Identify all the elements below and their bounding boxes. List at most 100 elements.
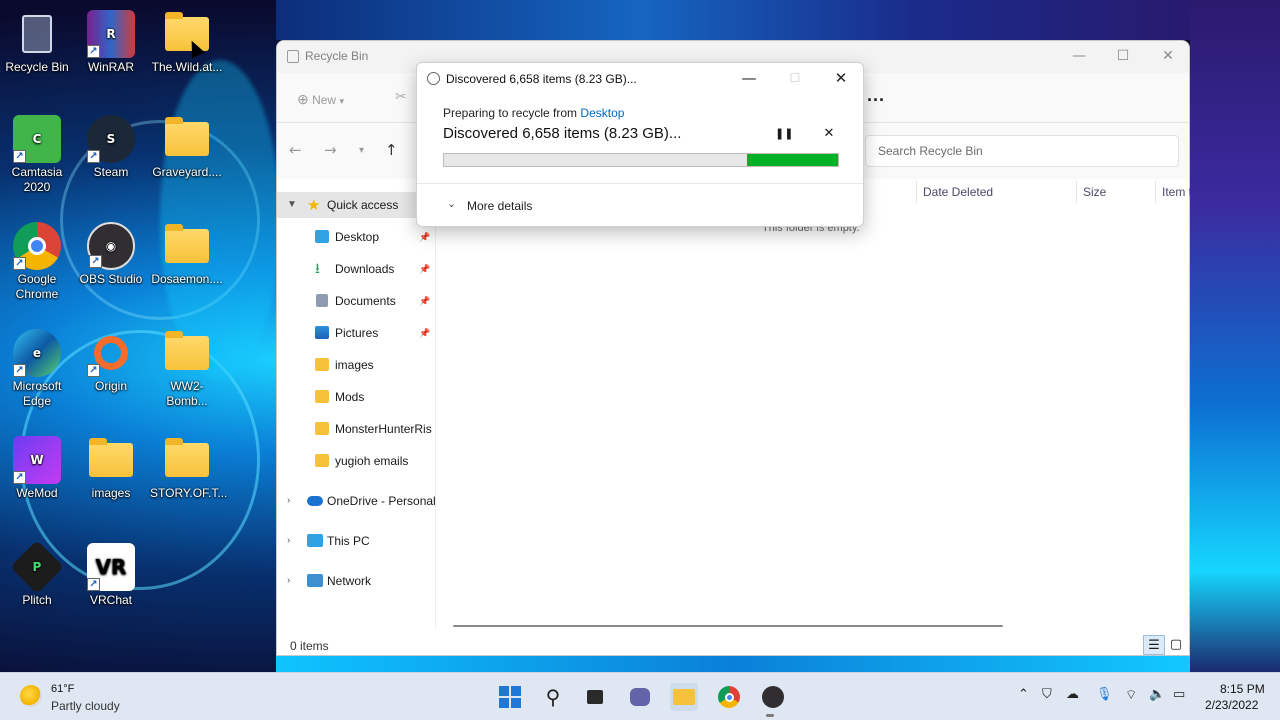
minimize-button[interactable]: —: [1065, 45, 1093, 67]
folder-icon: [315, 454, 329, 467]
sidebar-item-monsterhunter[interactable]: MonsterHunterRis: [277, 416, 435, 442]
desktop-icon-label: OBS Studio: [79, 272, 143, 286]
weather-description[interactable]: Partly cloudy: [51, 699, 120, 713]
desktop-icon-folder-images[interactable]: images: [74, 436, 148, 536]
sidebar-item-yugioh-emails[interactable]: yugioh emails: [277, 448, 435, 474]
desktop-icon-steam[interactable]: S ↗ Steam: [74, 115, 148, 215]
new-button[interactable]: ⊕ New ▾: [297, 91, 344, 108]
sidebar-item-network[interactable]: › Network: [277, 568, 435, 594]
chat-icon[interactable]: [626, 683, 654, 711]
see-more-button[interactable]: ...: [867, 85, 885, 106]
pause-button[interactable]: ❚❚: [775, 127, 793, 143]
column-header-item-type[interactable]: Item t: [1162, 185, 1190, 199]
recycle-bin-icon: [13, 10, 61, 58]
file-explorer-icon[interactable]: [670, 683, 698, 711]
cloud-warning-icon[interactable]: ☁: [1066, 687, 1079, 702]
desktop-icon-edge[interactable]: e ↗ Microsoft Edge: [0, 329, 74, 429]
recycle-bin-icon: [287, 50, 299, 63]
desktop-icon-folder-wild[interactable]: The.Wild.at...: [150, 10, 224, 110]
minimize-button[interactable]: —: [735, 67, 763, 89]
desktop-icon-folder-graveyard[interactable]: Graveyard....: [150, 115, 224, 215]
recent-locations-button[interactable]: ▾: [359, 145, 364, 156]
origin-icon: ↗: [87, 329, 135, 377]
desktop-icon-label: Origin: [94, 379, 127, 393]
desktop-icon-label: Plitch: [22, 593, 52, 607]
horizontal-scrollbar[interactable]: [453, 625, 1003, 627]
cloud-icon: [307, 496, 323, 506]
column-separator: [1155, 181, 1156, 203]
weather-icon[interactable]: [20, 685, 42, 707]
obs-icon[interactable]: [759, 683, 787, 711]
column-separator: [1076, 181, 1077, 203]
folder-icon: [165, 117, 209, 156]
desktop-icon-label: Steam: [93, 165, 129, 179]
column-header-size[interactable]: Size: [1083, 185, 1106, 199]
desktop-icon-label: WinRAR: [87, 60, 134, 74]
sidebar-item-desktop[interactable]: Desktop 📌: [277, 224, 435, 250]
sidebar-item-images[interactable]: images: [277, 352, 435, 378]
up-button[interactable]: ↑: [385, 141, 398, 159]
weather-temperature[interactable]: 61°F: [51, 683, 74, 695]
source-line: Preparing to recycle from Desktop: [443, 106, 624, 120]
desktop-icon-chrome[interactable]: ↗ Google Chrome: [0, 222, 74, 322]
desktop-icon-plitch[interactable]: P Plitch: [0, 540, 74, 643]
volume-icon[interactable]: 🔈: [1149, 687, 1165, 702]
shield-icon[interactable]: ⛉: [1042, 687, 1052, 702]
desktop-icon-wemod[interactable]: W ↗ WeMod: [0, 436, 74, 536]
desktop-icon-folder-story[interactable]: STORY.OF.T...: [150, 436, 227, 536]
wallpaper-top: [276, 0, 1190, 40]
sidebar-item-documents[interactable]: Documents 📌: [277, 288, 435, 314]
back-button[interactable]: ←: [289, 141, 302, 159]
sidebar-item-quick-access[interactable]: ▼ ★ Quick access: [277, 192, 435, 218]
cut-icon[interactable]: ✂: [395, 89, 407, 105]
sidebar-item-this-pc[interactable]: › This PC: [277, 528, 435, 554]
desktop-icon-label: Microsoft Edge: [12, 379, 62, 408]
close-button[interactable]: ✕: [1154, 45, 1182, 67]
forward-button[interactable]: →: [324, 141, 337, 159]
desktop-icon-origin[interactable]: ↗ Origin: [74, 329, 148, 429]
desktop-icon-folder-ww2[interactable]: WW2-Bomb...: [150, 329, 224, 429]
column-header-date-deleted[interactable]: Date Deleted: [923, 185, 993, 199]
document-icon: [316, 294, 328, 307]
close-button[interactable]: ✕: [827, 67, 855, 89]
camtasia-icon: C ↗: [13, 115, 61, 163]
tiles-view-button[interactable]: ▢: [1165, 635, 1187, 655]
sidebar-item-mods[interactable]: Mods: [277, 384, 435, 410]
start-icon[interactable]: [496, 683, 524, 711]
chrome-icon[interactable]: [715, 683, 743, 711]
battery-icon[interactable]: ▭: [1173, 687, 1185, 702]
sidebar-item-onedrive[interactable]: › OneDrive - Personal: [277, 488, 435, 514]
window-title: Recycle Bin: [305, 49, 369, 63]
chevron-up-icon[interactable]: ⌃: [1018, 687, 1029, 702]
pin-icon: 📌: [419, 296, 431, 306]
sidebar-item-downloads[interactable]: ⭳ Downloads 📌: [277, 256, 435, 282]
maximize-button[interactable]: ☐: [1109, 45, 1137, 67]
desktop-icon-folder-dosaemon[interactable]: Dosaemon....: [150, 222, 224, 322]
more-details-button[interactable]: More details: [467, 199, 532, 213]
clock-date[interactable]: 2/23/2022: [1205, 698, 1258, 712]
download-icon: ⭳: [315, 261, 320, 277]
desktop-icon-recycle-bin[interactable]: Recycle Bin: [0, 10, 74, 110]
pin-icon: 📌: [419, 232, 431, 242]
cancel-button[interactable]: ✕: [821, 126, 837, 142]
desktop-icon-obs[interactable]: ◉ ↗ OBS Studio: [74, 222, 148, 322]
running-indicator: [766, 714, 774, 717]
search-icon[interactable]: ⚲: [539, 683, 567, 711]
microphone-icon[interactable]: 🎙: [1096, 687, 1113, 702]
desktop-icon-label: Graveyard....: [152, 165, 222, 179]
sidebar-item-pictures[interactable]: Pictures 📌: [277, 320, 435, 346]
details-view-button[interactable]: ☰: [1143, 635, 1165, 655]
clock-time[interactable]: 8:15 PM: [1220, 682, 1265, 696]
task-view-icon[interactable]: [581, 683, 609, 711]
search-input[interactable]: Search Recycle Bin: [865, 135, 1179, 167]
source-folder-link[interactable]: Desktop: [580, 106, 624, 120]
wemod-icon: W ↗: [13, 436, 61, 484]
sidebar-item-label: This PC: [327, 534, 370, 548]
sidebar-item-label: Quick access: [327, 198, 399, 212]
desktop-icon-winrar[interactable]: R ↗ WinRAR: [74, 10, 148, 110]
wifi-icon[interactable]: ⌔: [1125, 687, 1137, 703]
desktop-icon-camtasia[interactable]: C ↗ Camtasia 2020: [0, 115, 74, 215]
desktop-icon-vrchat[interactable]: VR ↗ VRChat: [74, 543, 148, 643]
chevron-down-icon: ▾: [339, 96, 344, 106]
pin-icon: 📌: [419, 328, 431, 338]
